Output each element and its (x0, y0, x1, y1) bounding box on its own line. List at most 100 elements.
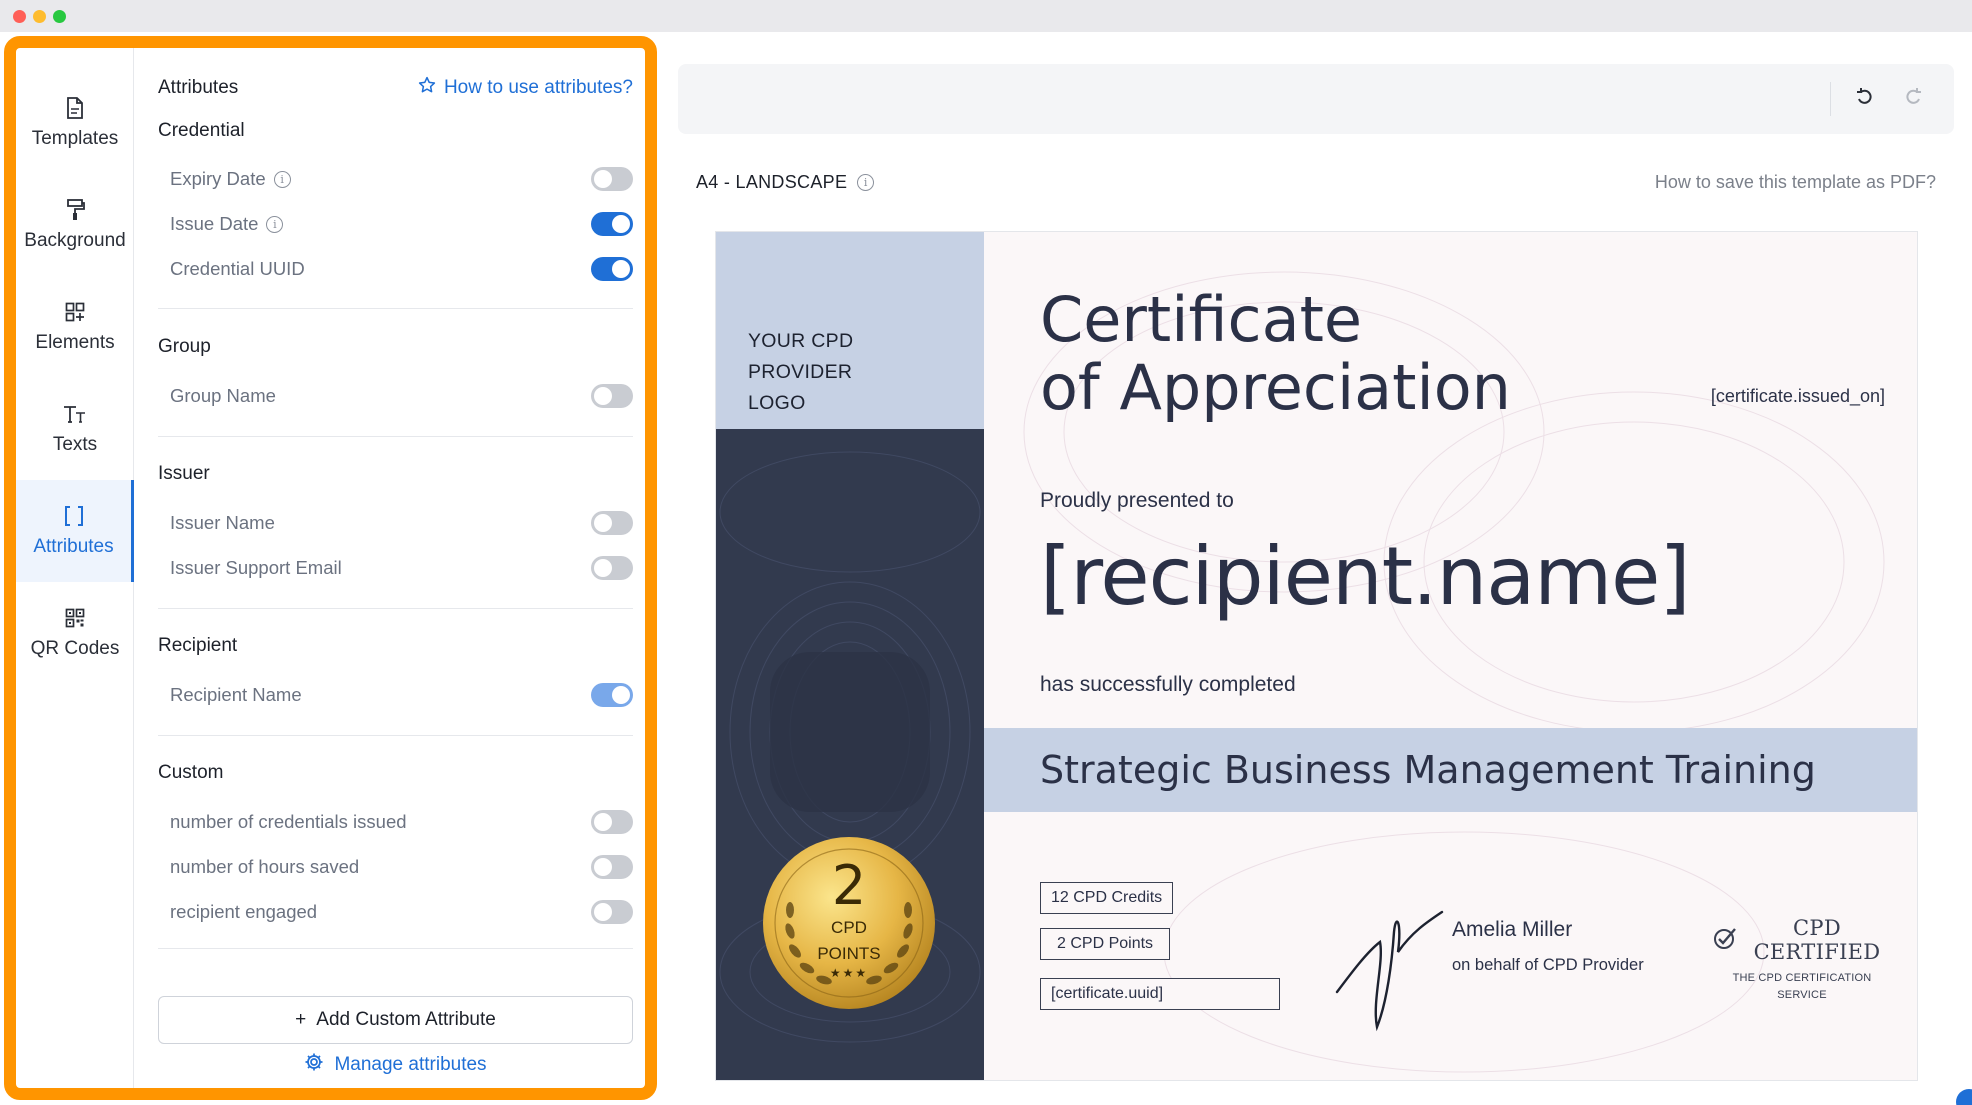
presented-text[interactable]: Proudly presented to (1040, 489, 1234, 513)
sidebar-item-elements[interactable]: Elements (16, 276, 134, 378)
signature-image (1335, 910, 1444, 1032)
minimize-window-button[interactable] (33, 10, 46, 23)
section-title-custom: Custom (158, 762, 224, 783)
sidebar-item-label: Elements (35, 332, 115, 353)
sidebar-item-attributes[interactable]: Attributes (16, 480, 134, 582)
page-format-text: A4 - LANDSCAPE (696, 172, 848, 192)
add-custom-attribute-button[interactable]: + Add Custom Attribute (158, 996, 633, 1044)
window-titlebar (0, 0, 1972, 32)
attribute-label: number of hours saved (170, 856, 360, 877)
sidebar-item-label: QR Codes (30, 638, 120, 659)
save-as-pdf-help-link[interactable]: How to save this template as PDF? (1655, 172, 1936, 193)
course-title[interactable]: Strategic Business Management Training (1040, 748, 1816, 792)
expiry-date-toggle[interactable] (591, 167, 633, 191)
redo-icon (1903, 87, 1923, 112)
certificate-body: Certificate of Appreciation [certificate… (984, 232, 1917, 1080)
custom-attribute-toggle[interactable] (591, 855, 633, 879)
paint-roller-icon (63, 198, 87, 222)
attribute-row-recipient-name: Recipient Name (170, 679, 633, 711)
section-divider (158, 436, 633, 437)
scroll-fade-divider (158, 948, 633, 949)
gear-icon (304, 1052, 324, 1078)
brackets-icon (62, 504, 86, 528)
sidebar-item-qr-codes[interactable]: QR Codes (16, 582, 134, 684)
sidebar-item-background[interactable]: Background (16, 174, 134, 276)
issuer-support-email-toggle[interactable] (591, 556, 633, 580)
attributes-panel: Templates Background Elements Texts Attr… (4, 36, 657, 1100)
provider-logo-placeholder[interactable]: YOUR CPD PROVIDER LOGO (716, 232, 984, 429)
group-name-toggle[interactable] (591, 384, 633, 408)
close-window-button[interactable] (13, 10, 26, 23)
info-icon[interactable]: i (273, 170, 291, 188)
certificate-preview: YOUR CPD PROVIDER LOGO 2 CPD POINTS ★★★ … (715, 231, 1918, 1081)
badge-number: 2 (831, 854, 867, 917)
undo-button[interactable] (1852, 86, 1878, 112)
course-band: Strategic Business Management Training (984, 728, 1917, 812)
sidebar-item-templates[interactable]: Templates (16, 72, 134, 174)
badge-line-points: POINTS (817, 944, 881, 963)
attributes-header: Attributes How to use attributes? (158, 76, 633, 100)
add-custom-attribute-label: Add Custom Attribute (316, 1009, 496, 1030)
attributes-title: Attributes (158, 77, 239, 98)
custom-attribute-toggle[interactable] (591, 810, 633, 834)
attribute-label: Credential UUID (170, 258, 305, 279)
sidebar-item-label: Texts (52, 434, 98, 455)
attribute-label: number of credentials issued (170, 811, 407, 832)
sidebar-item-label: Attributes (33, 536, 114, 557)
cpd-certified-subtitle: THE CPD CERTIFICATION SERVICE (1732, 972, 1872, 1001)
completed-text[interactable]: has successfully completed (1040, 673, 1296, 697)
section-title-group: Group (158, 336, 211, 357)
sidebar-item-label: Background (24, 230, 126, 251)
canvas-toolbar (678, 64, 1954, 134)
attribute-label: Expiry Date (170, 168, 266, 189)
attribute-row-issuer-name: Issuer Name (170, 507, 633, 539)
qr-code-icon (63, 606, 87, 630)
info-icon[interactable]: i (857, 174, 875, 191)
cpd-points-box[interactable]: 2 CPD Points (1040, 928, 1171, 960)
help-chat-button[interactable] (1956, 1089, 1972, 1105)
cpd-points-badge-text: 2 CPD POINTS ★★★ (762, 836, 936, 1010)
star-icon (418, 76, 436, 100)
signer-name[interactable]: Amelia Miller (1452, 918, 1572, 942)
grid-plus-icon (63, 300, 87, 324)
issued-on-placeholder[interactable]: [certificate.issued_on] (1711, 386, 1885, 407)
check-circle-icon (1712, 925, 1738, 956)
section-title-credential: Credential (158, 120, 245, 141)
section-title-recipient: Recipient (158, 635, 238, 656)
attributes-pane: Attributes How to use attributes? Creden… (134, 48, 645, 1088)
maximize-window-button[interactable] (53, 10, 66, 23)
issuer-name-toggle[interactable] (591, 511, 633, 535)
attribute-label: Group Name (170, 385, 276, 406)
custom-attribute-toggle[interactable] (591, 900, 633, 924)
cpd-certified-title: CPD CERTIFIED (1753, 916, 1881, 964)
cpd-credits-box[interactable]: 12 CPD Credits (1040, 882, 1174, 914)
toolbar-separator (1830, 82, 1831, 116)
attribute-label: Recipient Name (170, 684, 302, 705)
attribute-label: recipient engaged (170, 901, 318, 922)
info-icon[interactable]: i (266, 215, 284, 233)
attribute-row-credential-uuid: Credential UUID (170, 253, 633, 285)
attribute-label: Issue Date (170, 213, 259, 234)
certificate-uuid-box[interactable]: [certificate.uuid] (1040, 978, 1280, 1010)
certificate-title[interactable]: Certificate of Appreciation (1040, 286, 1511, 422)
text-icon (63, 402, 87, 426)
issue-date-toggle[interactable] (591, 212, 633, 236)
section-divider (158, 308, 633, 309)
recipient-name-placeholder[interactable]: [recipient.name] (1040, 530, 1691, 623)
undo-icon (1855, 87, 1875, 112)
manage-attributes-link[interactable]: Manage attributes (134, 1052, 645, 1078)
redo-button[interactable] (1900, 86, 1926, 112)
sidebar-item-texts[interactable]: Texts (16, 378, 134, 480)
attribute-row-custom: number of hours saved (170, 851, 633, 883)
sidebar-item-label: Templates (31, 128, 119, 149)
credential-uuid-toggle[interactable] (591, 257, 633, 281)
attribute-row-expiry-date: Expiry Date i (170, 163, 633, 195)
how-to-use-attributes-label: How to use attributes? (443, 77, 633, 98)
signer-role[interactable]: on behalf of CPD Provider (1452, 956, 1644, 975)
section-divider (158, 608, 633, 609)
how-to-use-attributes-link[interactable]: How to use attributes? (418, 76, 633, 100)
attribute-row-issue-date: Issue Date i (170, 208, 633, 240)
attribute-row-custom: recipient engaged (170, 896, 633, 928)
recipient-name-toggle[interactable] (591, 683, 633, 707)
attribute-label: Issuer Support Email (170, 557, 342, 578)
